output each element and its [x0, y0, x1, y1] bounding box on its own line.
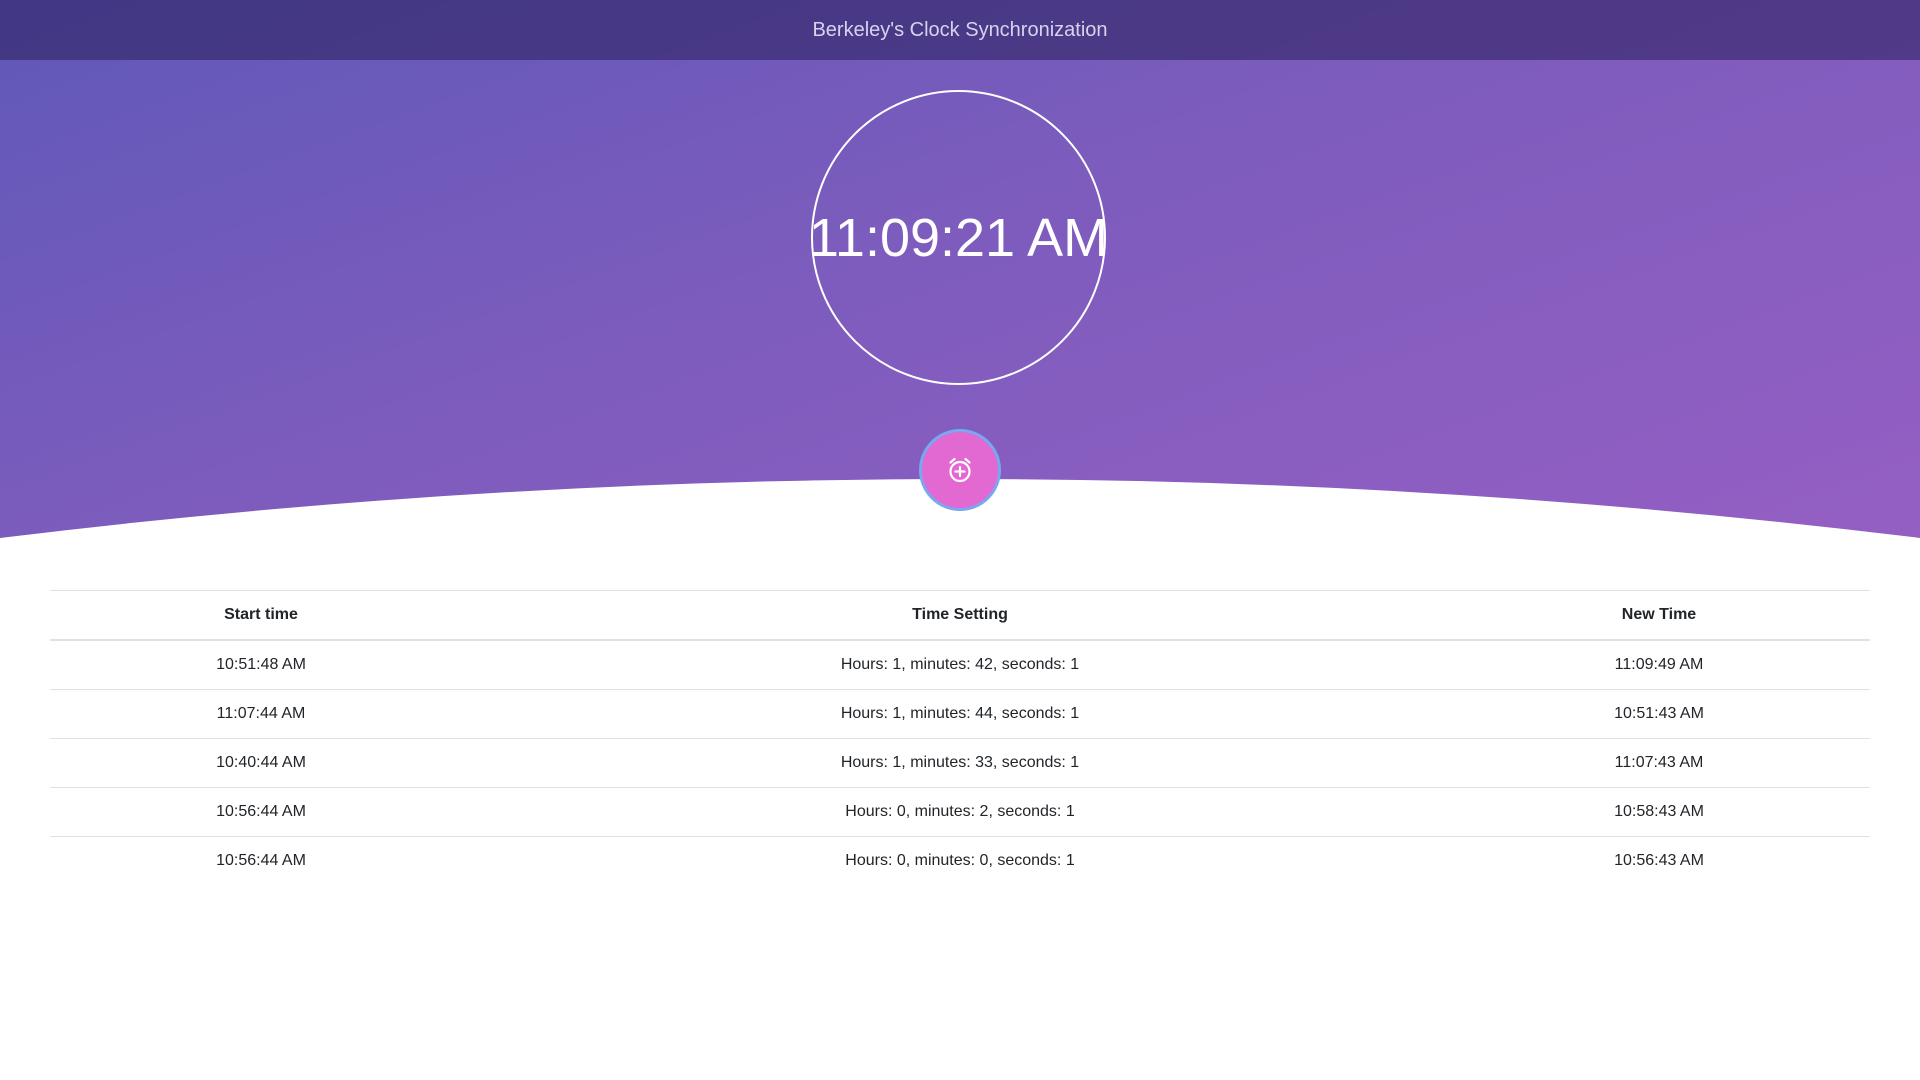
cell-time-setting: Hours: 1, minutes: 33, seconds: 1: [472, 738, 1448, 788]
cell-start-time: 10:40:44 AM: [50, 738, 472, 788]
header-time-setting: Time Setting: [472, 590, 1448, 641]
add-clock-button[interactable]: [919, 429, 1001, 511]
clock-face: 11:09:21 AM: [808, 90, 1109, 385]
table-header-row: Start time Time Setting New Time: [50, 590, 1870, 641]
cell-time-setting: Hours: 1, minutes: 42, seconds: 1: [840, 656, 1080, 673]
navbar: Berkeley's Clock Synchronization: [0, 0, 1920, 60]
cell-new-time: 11:09:49 AM: [1614, 656, 1704, 673]
sync-table: Start time Time Setting New Time 10:51:4…: [50, 590, 1870, 885]
cell-time-setting: Hours: 1, minutes: 44, seconds: 1: [472, 689, 1448, 739]
cell-start-time: 10:56:44 AM: [50, 836, 472, 885]
cell-time-setting: Hours: 0, minutes: 2, seconds: 1: [472, 787, 1448, 837]
table-row: 10:56:44 AM Hours: 0, minutes: 0, second…: [50, 836, 1870, 885]
page: Berkeley's Clock Synchronization 11:09:2…: [0, 0, 1920, 1080]
cell-start-time: 10:51:48 AM: [216, 656, 306, 673]
cell-new-time: 11:07:43 AM: [1448, 738, 1870, 788]
clock-time: 11:09:21 AM: [808, 207, 1109, 268]
table-row: 11:07:44 AM Hours: 1, minutes: 44, secon…: [50, 689, 1870, 739]
cell-start-time: 11:07:44 AM: [50, 689, 472, 739]
cell-new-time: 10:58:43 AM: [1448, 787, 1870, 837]
navbar-title: Berkeley's Clock Synchronization: [812, 18, 1108, 41]
table-row: 10:56:44 AM Hours: 0, minutes: 2, second…: [50, 787, 1870, 837]
alarm-plus-icon: [949, 457, 971, 483]
cell-start-time: 10:56:44 AM: [50, 787, 472, 837]
cell-new-time: 10:51:43 AM: [1448, 689, 1870, 739]
cell-time-setting: Hours: 0, minutes: 0, seconds: 1: [472, 836, 1448, 885]
header-start-time: Start time: [50, 590, 472, 641]
table-row: 10:51:48 AM Hours: 1, minutes: 42, secon…: [50, 640, 1870, 690]
cell-new-time: 10:56:43 AM: [1448, 836, 1870, 885]
sync-table-container: Start time Time Setting New Time 10:51:4…: [50, 590, 1870, 885]
header-new-time: New Time: [1448, 590, 1870, 641]
table-row: 10:40:44 AM Hours: 1, minutes: 33, secon…: [50, 738, 1870, 788]
